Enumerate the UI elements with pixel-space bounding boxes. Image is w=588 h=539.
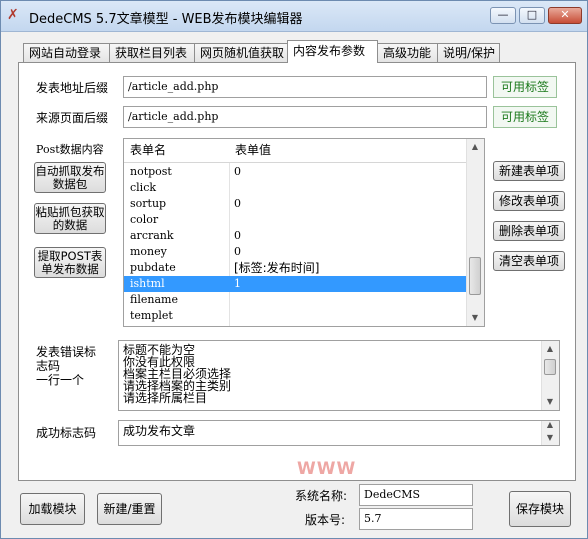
- edit-field-button[interactable]: 修改表单项: [493, 191, 565, 211]
- row-value: 0: [234, 197, 241, 210]
- row-value: 0: [234, 165, 241, 178]
- extract-post-form-button[interactable]: 提取POST表单发布数据: [34, 247, 106, 278]
- version-label: 版本号:: [305, 513, 346, 527]
- tab-auto-login[interactable]: 网站自动登录: [23, 43, 110, 62]
- column-header-value[interactable]: 表单值: [229, 139, 469, 162]
- watermark-text: WWW: [297, 459, 357, 479]
- title-bar: ✗ DedeCMS 5.7文章模型 - WEB发布模块编辑器 — □ ✕: [1, 1, 587, 32]
- row-name: money: [130, 245, 167, 258]
- paste-capture-button[interactable]: 粘贴抓包获取的数据: [34, 203, 106, 234]
- scroll-up-icon[interactable]: ▲: [542, 341, 558, 357]
- post-url-label: 发表地址后缀: [36, 81, 109, 95]
- clear-fields-button[interactable]: 清空表单项: [493, 251, 565, 271]
- table-header: 表单名 表单值: [124, 139, 469, 163]
- row-name: templet: [130, 309, 173, 322]
- delete-field-button[interactable]: 删除表单项: [493, 221, 565, 241]
- scroll-down-icon[interactable]: ▼: [542, 432, 558, 444]
- table-row[interactable]: filename: [124, 292, 469, 308]
- scroll-up-icon[interactable]: ▲: [467, 139, 483, 155]
- scroll-thumb[interactable]: [469, 257, 481, 295]
- table-row[interactable]: color: [124, 212, 469, 228]
- table-row[interactable]: click: [124, 180, 469, 196]
- app-window: ✗ DedeCMS 5.7文章模型 - WEB发布模块编辑器 — □ ✕ 网站自…: [0, 0, 588, 539]
- row-name: click: [130, 181, 157, 194]
- success-code-label: 成功标志码: [36, 426, 97, 440]
- success-code-scrollbar[interactable]: ▲ ▼: [541, 421, 559, 445]
- new-reset-button[interactable]: 新建/重置: [97, 493, 162, 525]
- app-logo-icon: ✗: [7, 7, 19, 23]
- table-row[interactable]: pubdate [标签:发布时间]: [124, 260, 469, 276]
- error-code-line: 请选择所属栏目: [123, 391, 208, 405]
- row-name: color: [130, 213, 159, 226]
- referer-tags-button[interactable]: 可用标签: [493, 106, 557, 128]
- system-name-input[interactable]: DedeCMS: [359, 484, 473, 506]
- row-value: 0: [234, 245, 241, 258]
- table-row[interactable]: notpost 0: [124, 164, 469, 180]
- row-name: ishtml: [130, 277, 165, 290]
- tab-publish-params[interactable]: 内容发布参数: [287, 40, 378, 63]
- table-row[interactable]: money 0: [124, 244, 469, 260]
- scroll-down-icon[interactable]: ▼: [467, 310, 483, 326]
- row-value: [标签:发布时间]: [234, 261, 320, 275]
- tab-random-values[interactable]: 网页随机值获取: [194, 43, 292, 62]
- post-url-input[interactable]: /article_add.php: [123, 76, 487, 98]
- maximize-button[interactable]: □: [519, 7, 545, 24]
- error-code-scrollbar[interactable]: ▲ ▼: [541, 341, 559, 410]
- table-row[interactable]: arcrank 0: [124, 228, 469, 244]
- tab-help-protect[interactable]: 说明/保护: [437, 43, 500, 62]
- system-name-label: 系统名称:: [295, 489, 348, 503]
- post-url-tags-button[interactable]: 可用标签: [493, 76, 557, 98]
- tab-get-categories[interactable]: 获取栏目列表: [109, 43, 195, 62]
- row-name: arcrank: [130, 229, 174, 242]
- version-input[interactable]: 5.7: [359, 508, 473, 530]
- form-field-table[interactable]: 表单名 表单值 notpost 0 click sortup 0 color arc…: [123, 138, 485, 327]
- success-code-value: 成功发布文章: [123, 424, 196, 438]
- scroll-up-icon[interactable]: ▲: [542, 421, 558, 431]
- post-data-label: Post数据内容: [36, 143, 104, 156]
- minimize-button[interactable]: —: [490, 7, 516, 24]
- row-value: 1: [234, 277, 241, 290]
- table-scrollbar[interactable]: ▲ ▼: [466, 139, 484, 326]
- table-row[interactable]: sortup 0: [124, 196, 469, 212]
- row-name: sortup: [130, 197, 167, 210]
- row-name: notpost: [130, 165, 172, 178]
- save-module-button[interactable]: 保存模块: [509, 491, 571, 527]
- row-name: filename: [130, 293, 178, 306]
- row-value: 0: [234, 229, 241, 242]
- scroll-down-icon[interactable]: ▼: [542, 394, 558, 410]
- success-code-textarea[interactable]: 成功发布文章 ▲ ▼: [118, 420, 560, 446]
- referer-label: 来源页面后缀: [36, 111, 109, 125]
- table-row[interactable]: templet: [124, 308, 469, 324]
- column-header-name[interactable]: 表单名: [124, 139, 229, 162]
- error-code-label-line3: 一行一个: [36, 373, 85, 387]
- row-name: pubdate: [130, 261, 176, 274]
- error-code-textarea[interactable]: 标题不能为空 你没有此权限 档案主栏目必须选择 请选择档案的主类别 请选择所属栏…: [118, 340, 560, 411]
- table-row-selected[interactable]: ishtml 1: [124, 276, 469, 292]
- referer-input[interactable]: /article_add.php: [123, 106, 487, 128]
- new-field-button[interactable]: 新建表单项: [493, 161, 565, 181]
- scroll-thumb[interactable]: [544, 359, 556, 375]
- tab-advanced[interactable]: 高级功能: [377, 43, 438, 62]
- auto-capture-button[interactable]: 自动抓取发布数据包: [34, 162, 106, 193]
- load-module-button[interactable]: 加载模块: [20, 493, 85, 525]
- window-title: DedeCMS 5.7文章模型 - WEB发布模块编辑器: [29, 12, 303, 27]
- close-button[interactable]: ✕: [548, 7, 582, 24]
